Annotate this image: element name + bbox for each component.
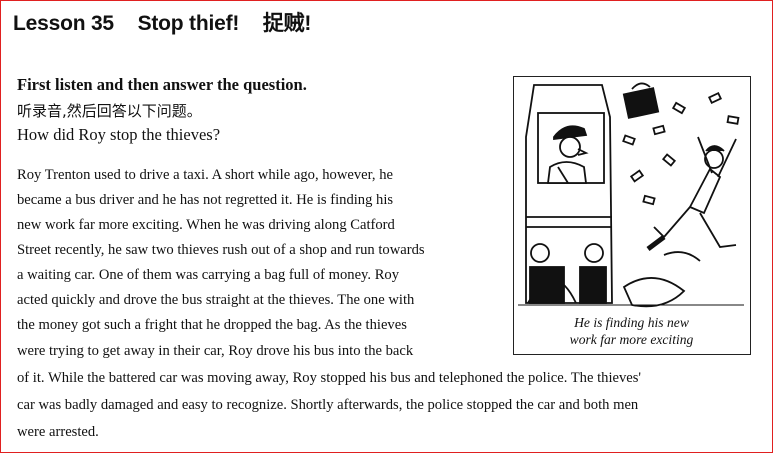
bus-driver-illustration [518,82,744,308]
caption-line: work far more exciting [569,332,694,347]
textbook-page: Lesson 35 Stop thief! 捉贼! First listen a… [0,0,773,453]
passage-line: became a bus driver and he has not regre… [17,192,394,208]
lesson-title-chinese: 捉贼! [262,12,312,35]
passage-line: Street recently, he saw two thieves rush… [17,242,425,258]
passage-line: of it. While the battered car was moving… [17,370,642,386]
passage-line: were arrested. [17,424,99,440]
illustration: He is finding his new work far more exci… [513,76,751,355]
passage-line: new work far more exciting. When he was … [17,217,395,233]
passage-line: Roy Trenton used to drive a taxi. A shor… [17,167,393,183]
lesson-header: Lesson 35 Stop thief! 捉贼! [13,7,329,37]
passage-line: car was badly damaged and easy to recogn… [17,397,639,413]
lesson-title: Stop thief! [137,12,240,35]
passage-line: a waiting car. One of them was carrying … [17,267,400,283]
caption-line: He is finding his new [574,315,689,330]
instruction-chinese: 听录音,然后回答以下问题。 [17,102,202,120]
comprehension-question: How did Roy stop the thieves? [17,125,221,144]
passage-line: were trying to get away in their car, Ro… [17,343,414,359]
passage-line: the money got such a fright that he drop… [17,317,407,333]
passage-line: acted quickly and drove the bus straight… [17,292,415,308]
lesson-number: Lesson 35 [13,12,114,35]
section-heading: First listen and then answer the questio… [17,75,307,94]
